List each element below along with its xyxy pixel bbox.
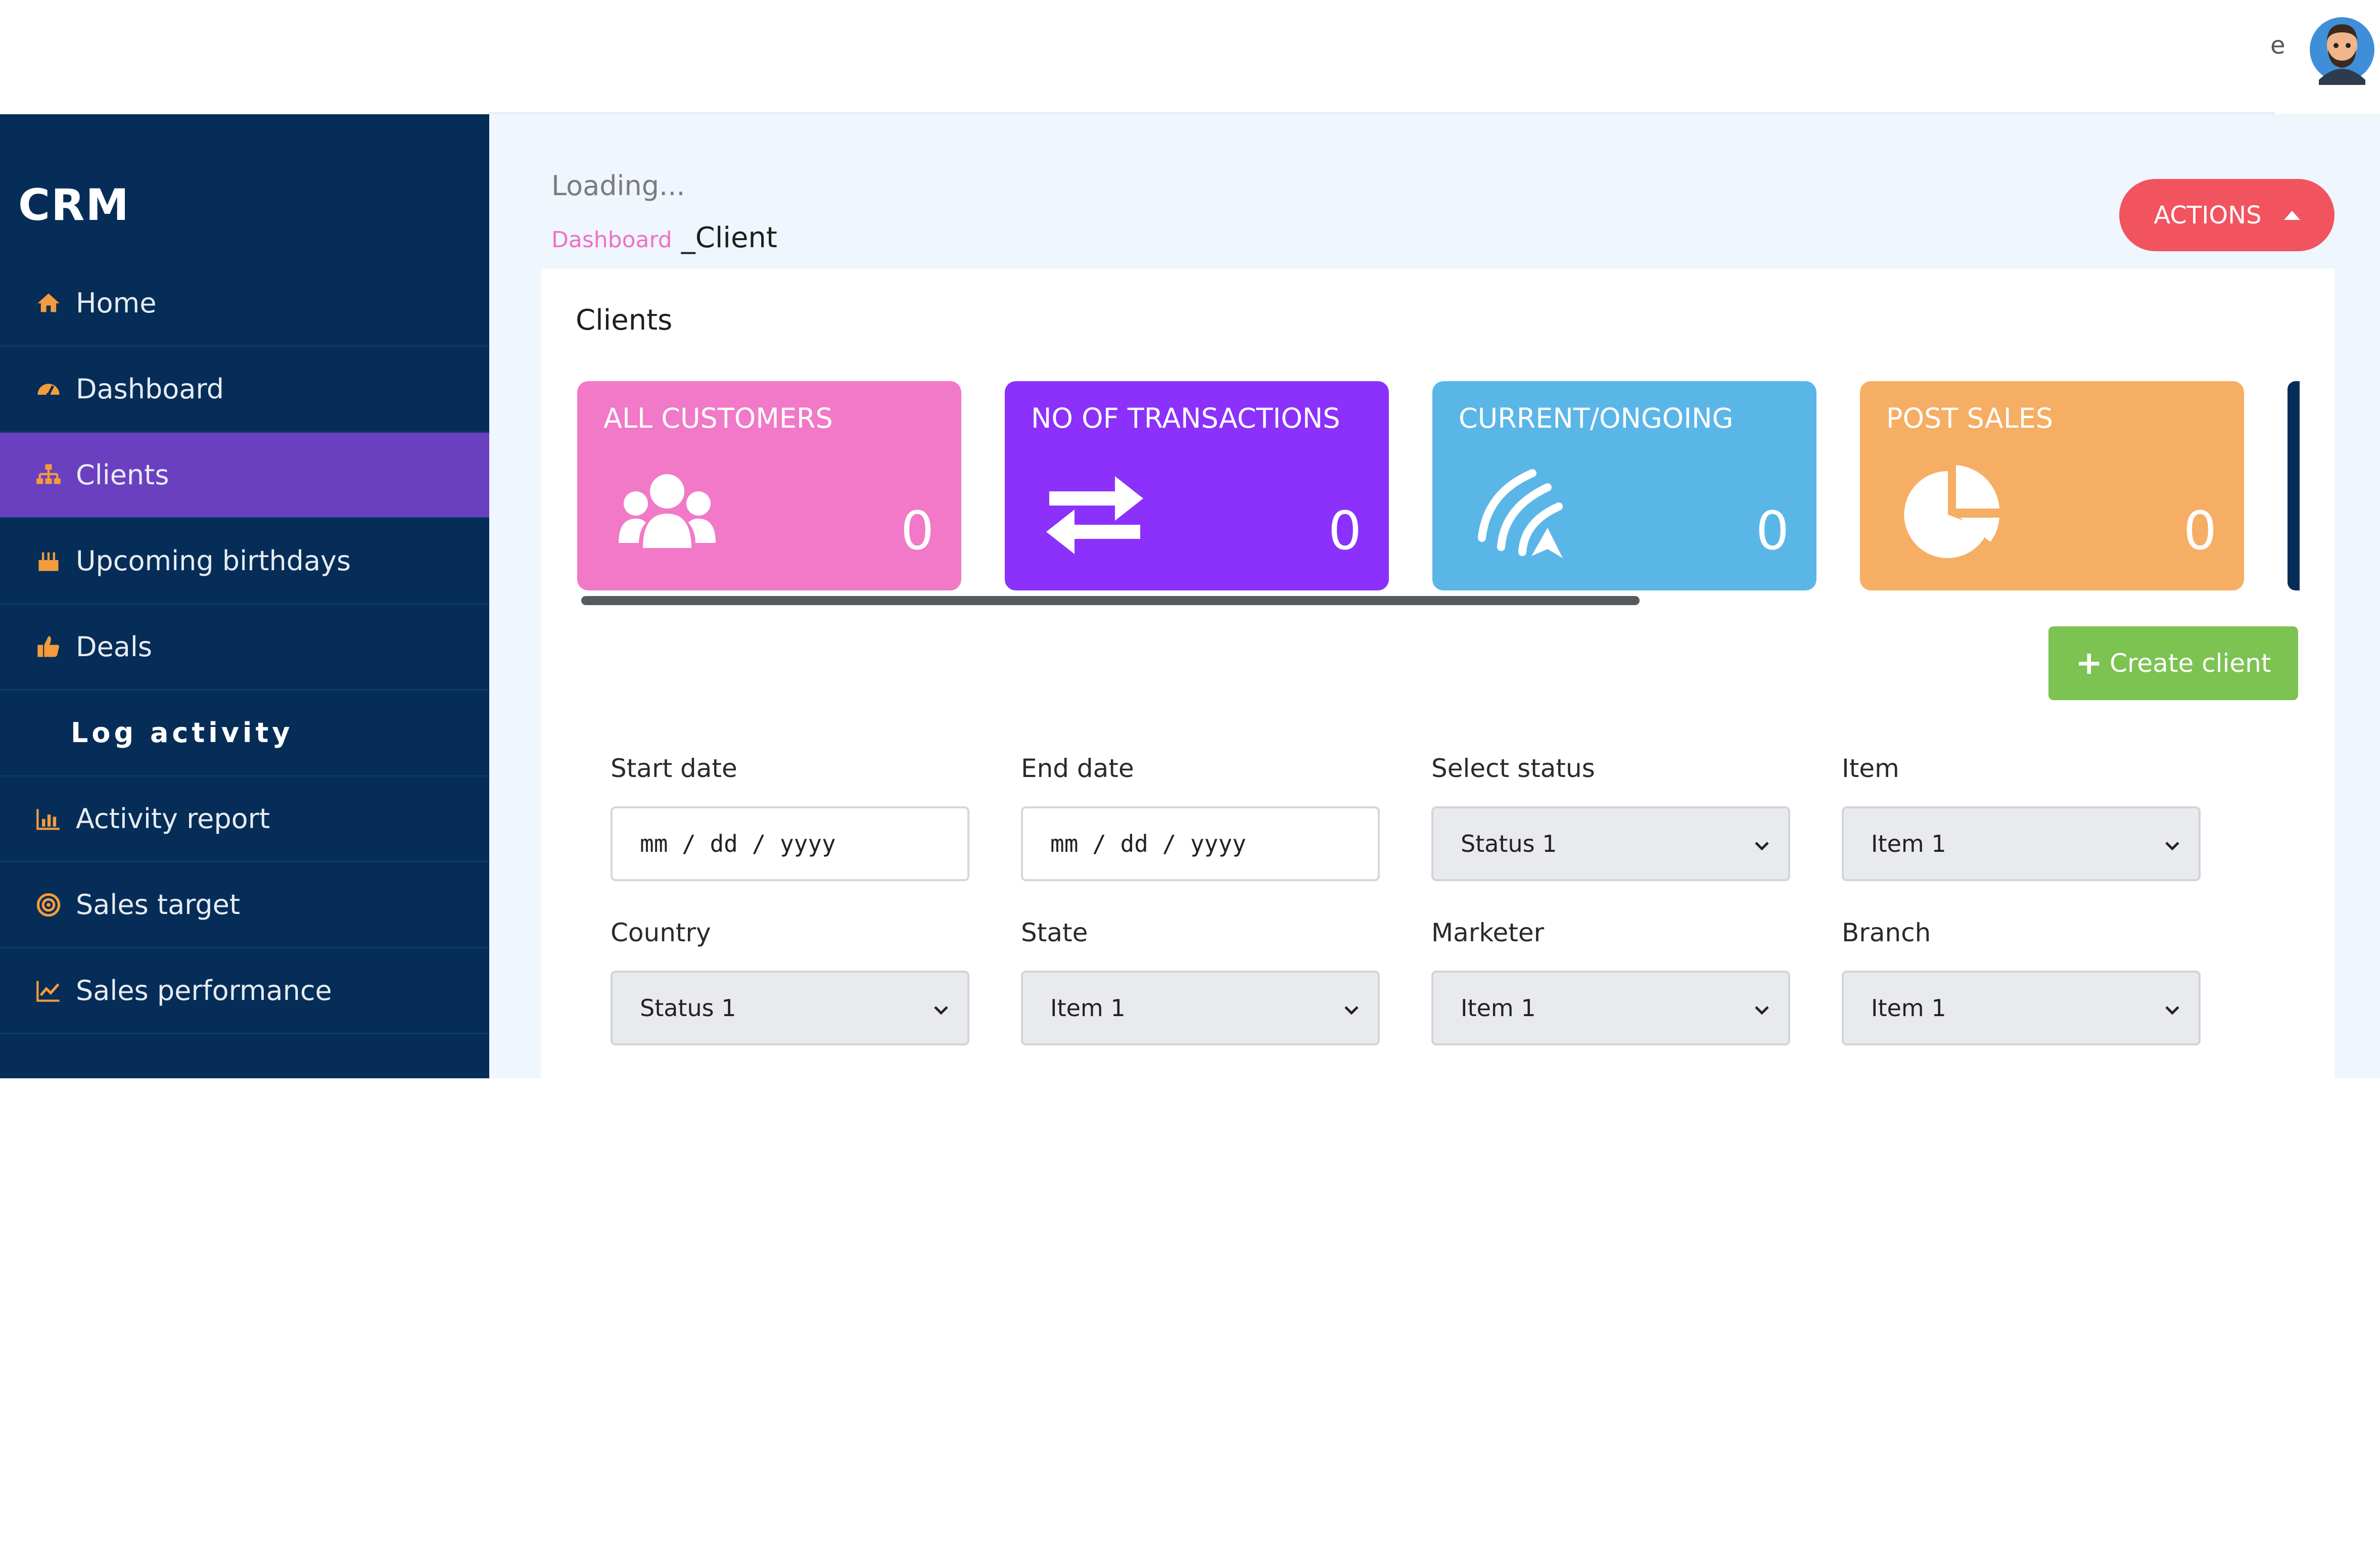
country-label: Country [611,918,711,947]
stat-value: 0 [2183,500,2217,562]
end-date-label: End date [1021,754,1134,783]
stat-label: CURRENT/ONGOING [1459,402,1734,434]
state-selected-value: Item 1 [1050,994,1126,1022]
stat-card-partial[interactable] [2288,381,2300,590]
create-client-label: Create client [2110,649,2271,678]
sidebar-item-sales-target[interactable]: Sales target [0,862,489,948]
chevron-down-icon [2165,842,2179,851]
sidebar-item-label: Upcoming birthdays [76,545,351,577]
sidebar-item-label: Sales target [76,889,241,921]
stat-card-transactions[interactable]: NO OF TRANSACTIONS 0 [1005,381,1389,590]
item-label: Item [1842,754,1899,783]
horizontal-scrollbar[interactable] [581,596,1640,605]
status-selected-value: Status 1 [1461,830,1557,857]
state-label: State [1021,918,1088,947]
status-label: Select status [1431,754,1595,783]
chevron-down-icon [1755,1006,1769,1015]
item-select[interactable]: Item 1 [1842,806,2201,881]
sidebar-item-label: Sales performance [76,975,332,1007]
marketer-label: Marketer [1431,918,1545,947]
status-select[interactable]: Status 1 [1431,806,1790,881]
user-avatar[interactable] [2309,14,2375,85]
line-chart-icon [33,976,64,1006]
breadcrumb: Dashboard _ Client [551,221,777,254]
gauge-icon [33,374,64,404]
sidebar-item-home[interactable]: Home [0,261,489,347]
stat-card-post-sales[interactable]: POST SALES 0 [1860,381,2244,590]
main-content: Loading... Dashboard _ Client ACTIONS Cl… [489,114,2380,1078]
users-icon [619,474,716,548]
brand-logo: CRM [18,180,130,231]
state-select[interactable]: Item 1 [1021,971,1380,1045]
end-date-placeholder: mm / dd / yyyy [1050,830,1246,857]
create-client-button[interactable]: + Create client [2048,626,2298,700]
stat-label: POST SALES [1886,402,2054,434]
marketer-selected-value: Item 1 [1461,994,1536,1022]
branch-selected-value: Item 1 [1871,994,1946,1022]
sitemap-icon [33,460,64,490]
sidebar-item-dashboard[interactable]: Dashboard [0,347,489,433]
stat-value: 0 [1755,500,1789,562]
sidebar: CRM Home Dashboard Clients Upcoming birt… [0,114,489,1078]
actions-label: ACTIONS [2154,201,2262,230]
sidebar-item-label: Activity report [76,803,270,835]
chevron-down-icon [934,1006,948,1015]
panel-title: Clients [576,304,673,337]
stat-value: 0 [900,500,934,562]
start-date-placeholder: mm / dd / yyyy [640,830,836,857]
chevron-down-icon [1344,1006,1359,1015]
branch-select[interactable]: Item 1 [1842,971,2201,1045]
sidebar-item-label: Log activity [71,717,294,749]
stat-value: 0 [1328,500,1362,562]
chevron-down-icon [2165,1006,2179,1015]
thumbs-up-icon [33,632,64,662]
exchange-arrows-icon [1046,476,1143,554]
sidebar-item-clients[interactable]: Clients [0,433,489,519]
truncated-username: e [2270,31,2285,60]
sidebar-item-activity-report[interactable]: Activity report [0,776,489,862]
marketer-select[interactable]: Item 1 [1431,971,1790,1045]
target-icon [33,890,64,920]
stat-card-current-ongoing[interactable]: CURRENT/ONGOING 0 [1432,381,1816,590]
sidebar-nav: Home Dashboard Clients Upcoming birthday… [0,261,489,1034]
sidebar-item-label: Dashboard [76,373,224,405]
loading-text: Loading... [551,170,685,202]
sidebar-item-deals[interactable]: Deals [0,605,489,691]
country-selected-value: Status 1 [640,994,736,1022]
breadcrumb-link-dashboard[interactable]: Dashboard [551,227,672,253]
chevron-down-icon [1755,842,1769,851]
item-selected-value: Item 1 [1871,830,1946,857]
signal-wave-icon [1478,469,1563,558]
branch-label: Branch [1842,918,1931,947]
stat-card-all-customers[interactable]: ALL CUSTOMERS 0 [577,381,961,590]
sidebar-item-label: Home [76,287,157,319]
pie-chart-icon [1904,465,1999,558]
plus-icon: + [2075,645,2103,682]
country-select[interactable]: Status 1 [611,971,969,1045]
end-date-input[interactable]: mm / dd / yyyy [1021,806,1380,881]
home-icon [33,288,64,318]
bar-chart-icon [33,804,64,834]
stat-label: ALL CUSTOMERS [603,402,833,434]
cake-icon [33,546,64,576]
caret-up-icon [2283,210,2300,220]
breadcrumb-separator: _ [681,221,695,254]
clients-panel: Clients ALL CUSTOMERS 0 NO OF TRANSACTIO… [541,268,2335,1078]
stat-label: NO OF TRANSACTIONS [1031,402,1340,434]
breadcrumb-current: Client [695,221,777,254]
sidebar-item-upcoming-birthdays[interactable]: Upcoming birthdays [0,519,489,605]
sidebar-item-label: Deals [76,631,153,663]
sidebar-item-log-activity[interactable]: Log activity [0,691,489,776]
start-date-label: Start date [611,754,737,783]
actions-button[interactable]: ACTIONS [2119,179,2335,251]
sidebar-item-sales-performance[interactable]: Sales performance [0,948,489,1034]
start-date-input[interactable]: mm / dd / yyyy [611,806,969,881]
sidebar-item-label: Clients [76,459,169,491]
top-bar: e [0,0,2380,114]
